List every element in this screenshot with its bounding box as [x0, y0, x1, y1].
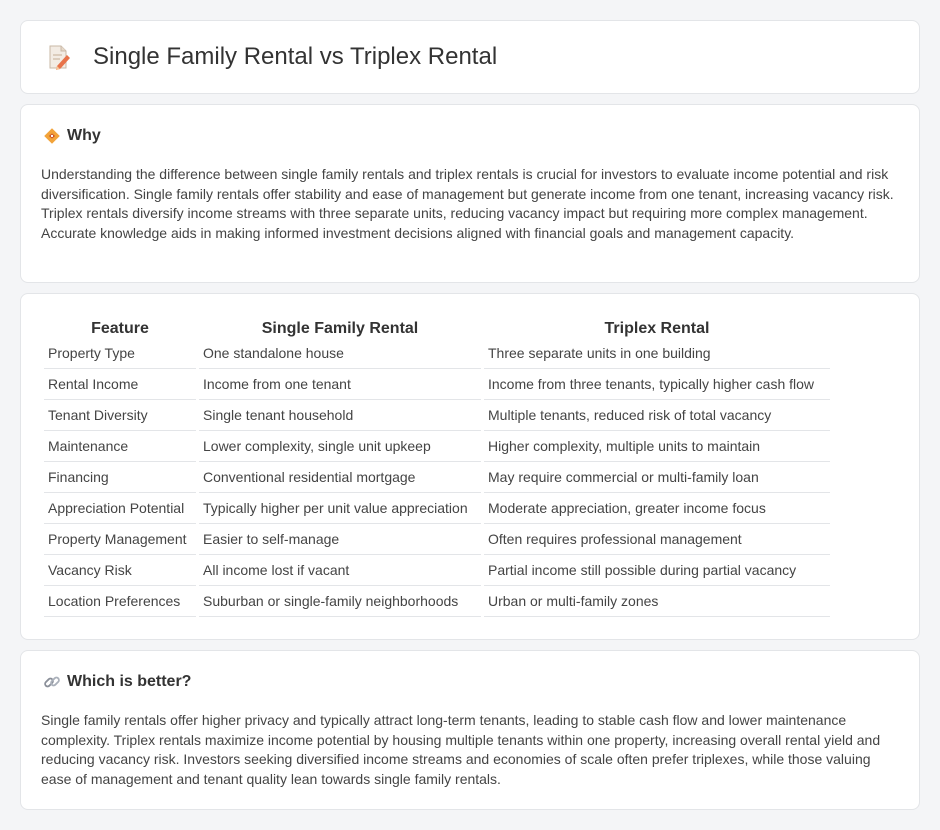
feature-cell: Maintenance — [44, 431, 196, 462]
feature-cell: Location Preferences — [44, 586, 196, 617]
why-title: Why — [67, 127, 101, 144]
diamond-signal-icon — [43, 127, 61, 145]
table-row: Vacancy Risk All income lost if vacant P… — [44, 555, 830, 586]
table-row: Financing Conventional residential mortg… — [44, 462, 830, 493]
triplex-cell: Multiple tenants, reduced risk of total … — [484, 400, 830, 431]
better-title: Which is better? — [67, 673, 192, 690]
single-family-cell: Single tenant household — [199, 400, 481, 431]
single-family-cell: Easier to self-manage — [199, 524, 481, 555]
single-family-cell: Income from one tenant — [199, 369, 481, 400]
better-heading: Which is better? — [43, 673, 191, 691]
triplex-cell: Moderate appreciation, greater income fo… — [484, 493, 830, 524]
document-edit-icon — [47, 43, 71, 71]
feature-cell: Appreciation Potential — [44, 493, 196, 524]
triplex-cell: Partial income still possible during par… — [484, 555, 830, 586]
single-family-cell: Typically higher per unit value apprecia… — [199, 493, 481, 524]
single-family-cell: Conventional residential mortgage — [199, 462, 481, 493]
header-card: Single Family Rental vs Triplex Rental — [20, 20, 920, 94]
table-row: Location Preferences Suburban or single-… — [44, 586, 830, 617]
table-row: Property Management Easier to self-manag… — [44, 524, 830, 555]
header-feature: Feature — [91, 320, 149, 337]
table-row: Appreciation Potential Typically higher … — [44, 493, 830, 524]
why-section: Why Understanding the difference between… — [20, 104, 920, 283]
single-family-cell: Suburban or single-family neighborhoods — [199, 586, 481, 617]
feature-cell: Property Type — [44, 338, 196, 369]
triplex-cell: May require commercial or multi-family l… — [484, 462, 830, 493]
better-text: Single family rentals offer higher priva… — [41, 712, 881, 787]
feature-cell: Property Management — [44, 524, 196, 555]
triplex-cell: Higher complexity, multiple units to mai… — [484, 431, 830, 462]
triplex-cell: Urban or multi-family zones — [484, 586, 830, 617]
table-row: Maintenance Lower complexity, single uni… — [44, 431, 830, 462]
header-triplex: Triplex Rental — [604, 320, 710, 337]
header-single-family: Single Family Rental — [261, 320, 419, 337]
feature-cell: Tenant Diversity — [44, 400, 196, 431]
feature-cell: Financing — [44, 462, 196, 493]
single-family-cell: One standalone house — [199, 338, 481, 369]
table-row: Rental Income Income from one tenant Inc… — [44, 369, 830, 400]
page-title: Single Family Rental vs Triplex Rental — [93, 43, 498, 70]
triplex-cell: Three separate units in one building — [484, 338, 830, 369]
which-is-better-section: Which is better? Single family rentals o… — [20, 650, 920, 810]
feature-cell: Vacancy Risk — [44, 555, 196, 586]
why-text: Understanding the difference between sin… — [41, 166, 894, 241]
comparison-table: Feature Single Family Rental Triplex Ren… — [41, 316, 833, 617]
triplex-cell: Income from three tenants, typically hig… — [484, 369, 830, 400]
title-row: Single Family Rental vs Triplex Rental — [47, 43, 497, 71]
triplex-cell: Often requires professional management — [484, 524, 830, 555]
table-header-row: Feature Single Family Rental Triplex Ren… — [44, 316, 830, 338]
comparison-section: Feature Single Family Rental Triplex Ren… — [20, 293, 920, 640]
single-family-cell: Lower complexity, single unit upkeep — [199, 431, 481, 462]
table-row: Tenant Diversity Single tenant household… — [44, 400, 830, 431]
feature-cell: Rental Income — [44, 369, 196, 400]
why-heading: Why — [43, 127, 101, 145]
link-icon — [43, 673, 61, 691]
single-family-cell: All income lost if vacant — [199, 555, 481, 586]
table-row: Property Type One standalone house Three… — [44, 338, 830, 369]
